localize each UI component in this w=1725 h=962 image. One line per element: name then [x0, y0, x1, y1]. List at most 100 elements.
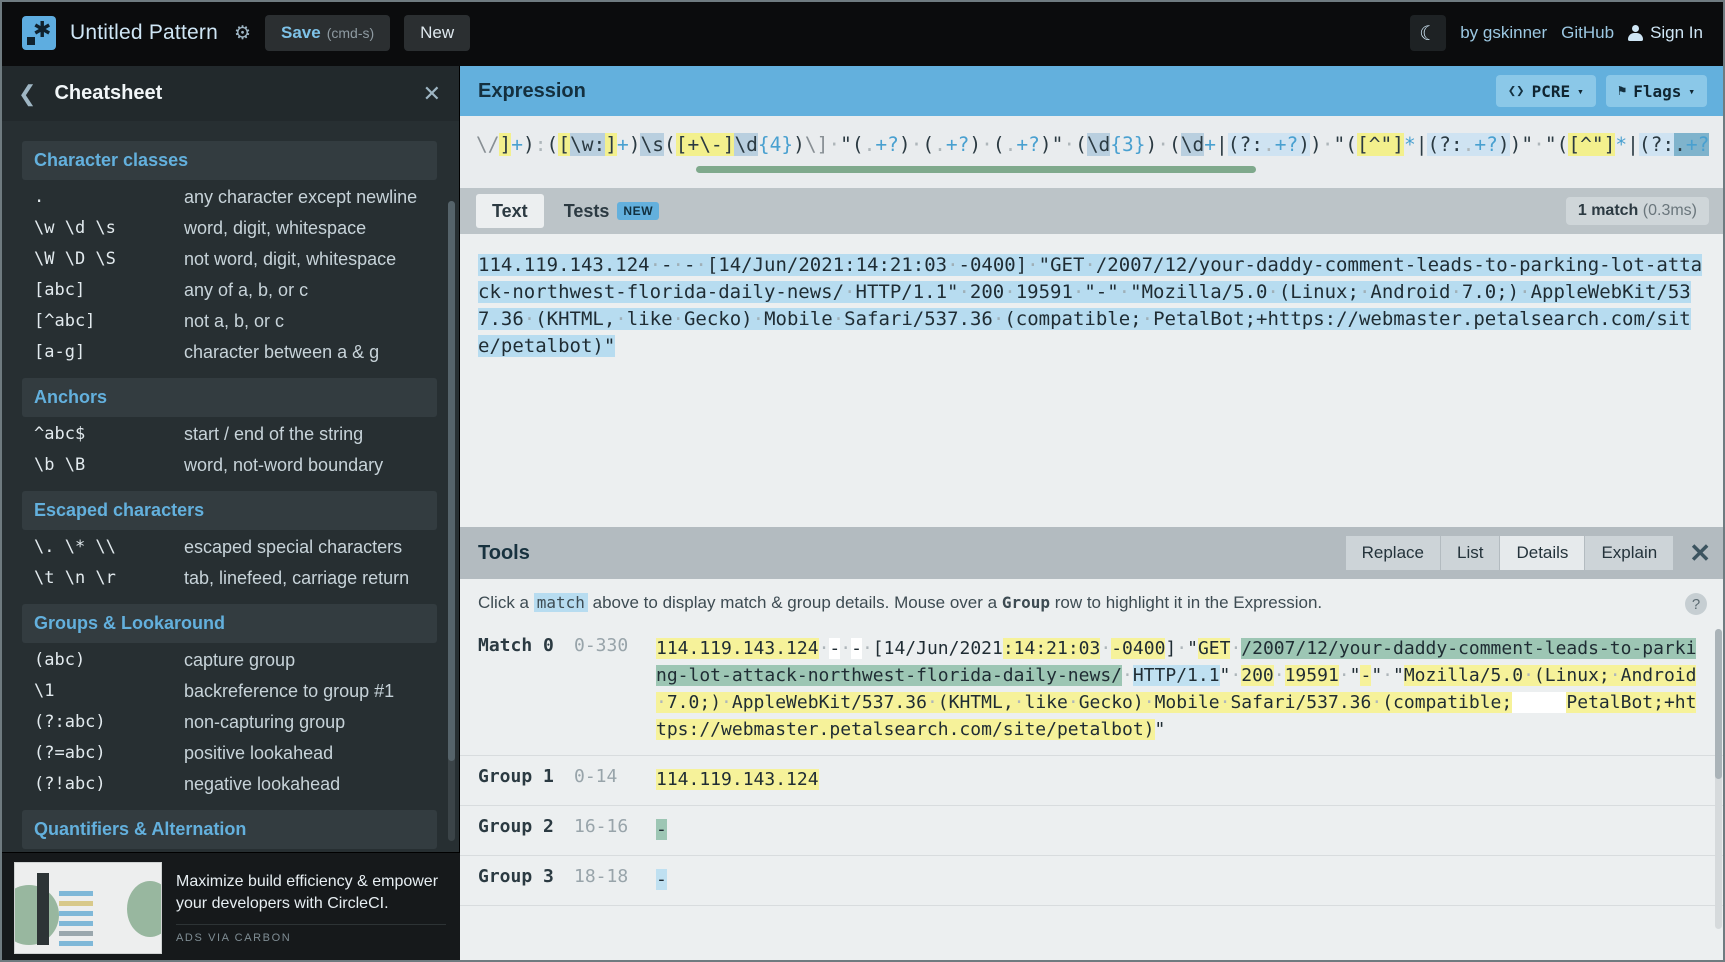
cheatsheet-row[interactable]: \b \B word, not-word boundary: [22, 450, 437, 481]
ad-copy: Maximize build efficiency & empower your…: [176, 872, 439, 912]
cheatsheet-token: (?!abc): [34, 774, 106, 794]
chevron-down-icon-flags: ▾: [1688, 84, 1695, 98]
tools-panel: Tools Replace List Details Explain ✕ Cli…: [460, 527, 1725, 962]
test-text-area[interactable]: 114.119.143.124·-·-·[14/Jun/2021:14:21:0…: [460, 234, 1725, 527]
cheatsheet-row[interactable]: [a-g] character between a & g: [22, 337, 437, 368]
ad-text-block: Maximize build efficiency & empower your…: [176, 871, 446, 944]
save-button-label: Save: [281, 23, 321, 42]
cheatsheet-row[interactable]: \1 backreference to group #1: [22, 676, 437, 707]
group-row-value: -: [656, 816, 1707, 843]
save-button[interactable]: Save (cmd-s): [265, 15, 391, 51]
match-row-value: 114.119.143.124·-·-·[14/Jun/2021:14:21:0…: [656, 638, 1697, 740]
table-row[interactable]: Group 3 18-18 -: [460, 856, 1725, 906]
ad-line-2: [59, 900, 93, 906]
close-icon[interactable]: ✕: [423, 81, 441, 107]
gear-icon[interactable]: ⚙: [234, 22, 251, 45]
group-row-name: Group 1: [478, 766, 554, 787]
text-tabs-row: Text Tests NEW 1 match (0.3ms): [460, 188, 1725, 234]
moon-icon[interactable]: ☾: [1410, 15, 1447, 51]
cheatsheet-token: (abc): [34, 650, 86, 670]
cheatsheet-token: [abc]: [34, 280, 86, 300]
tab-tests-label: Tests: [563, 200, 610, 221]
cheatsheet-token: [a-g]: [34, 342, 86, 362]
carbon-ad[interactable]: Maximize build efficiency & empower your…: [0, 852, 460, 962]
new-button[interactable]: New: [404, 15, 471, 51]
test-text-content[interactable]: 114.119.143.124·-·-·[14/Jun/2021:14:21:0…: [478, 252, 1707, 360]
expression-input[interactable]: \/]+):([\w:]+)\s([+\-]\d{4})\]·"(.+?)·(.…: [476, 130, 1709, 160]
ad-blob-right-icon: [127, 880, 161, 937]
tab-tests[interactable]: Tests NEW: [548, 194, 675, 228]
ad-image: [14, 861, 162, 954]
ad-sidebar-graphic: [37, 872, 49, 945]
cheatsheet-row[interactable]: (abc) capture group: [22, 645, 437, 676]
github-link[interactable]: GitHub: [1561, 23, 1614, 43]
cheatsheet-section-header: Anchors: [22, 378, 437, 417]
tools-replace-button[interactable]: Replace: [1345, 536, 1440, 570]
cheatsheet-row[interactable]: \. \* \\ escaped special characters: [22, 532, 437, 563]
tools-details-button[interactable]: Details: [1500, 536, 1585, 570]
cheatsheet-row[interactable]: (?:abc) non-capturing group: [22, 707, 437, 738]
flavor-button[interactable]: ❮❯ PCRE ▾: [1495, 75, 1596, 107]
flags-button[interactable]: ⚑ Flags ▾: [1605, 75, 1707, 107]
tools-scrollbar-thumb[interactable]: [1715, 629, 1722, 779]
table-row[interactable]: Group 1 0-14 114.119.143.124: [460, 756, 1725, 806]
sidebar-scrollbar[interactable]: [448, 201, 455, 841]
tools-title: Tools: [478, 541, 530, 564]
group-row-range: 16-16: [574, 816, 629, 837]
asterisk-logo-icon: ✱: [22, 16, 56, 50]
tab-text-label: Text: [492, 200, 528, 221]
tools-list-button[interactable]: List: [1441, 536, 1500, 570]
tools-scrollbar[interactable]: [1715, 629, 1722, 929]
cheatsheet-description: any of a, b, or c: [184, 280, 309, 300]
cheatsheet-title: Cheatsheet: [54, 82, 163, 104]
by-gskinner-link[interactable]: by gskinner: [1460, 23, 1547, 43]
logo-asterisk-glyph: ✱: [33, 18, 52, 43]
page-title[interactable]: Untitled Pattern: [70, 21, 218, 45]
app-body: ❮ Cheatsheet ✕ Character classes. any cha…: [0, 66, 1725, 962]
cheatsheet-token: \W \D \S: [34, 249, 116, 269]
tools-close-icon[interactable]: ✕: [1689, 538, 1711, 569]
cheatsheet-row[interactable]: [abc] any of a, b, or c: [22, 275, 437, 306]
cheatsheet-description: word, digit, whitespace: [184, 218, 367, 238]
regexr-app: ✱ Untitled Pattern ⚙ Save (cmd-s) New ☾ …: [0, 0, 1725, 962]
tests-new-badge: NEW: [617, 202, 660, 220]
cheatsheet-section-header: Character classes: [22, 141, 437, 180]
cheatsheet-row[interactable]: . any character except newline: [22, 182, 437, 213]
cheatsheet-row[interactable]: ^abc$ start / end of the string: [22, 419, 437, 450]
cheatsheet-row[interactable]: (?=abc) positive lookahead: [22, 738, 437, 769]
cheatsheet-row[interactable]: \t \n \r tab, linefeed, carriage return: [22, 563, 437, 594]
hint-group-keyword: Group: [1001, 593, 1050, 612]
cheatsheet-token: \1: [34, 681, 55, 701]
sidebar-scrollbar-thumb[interactable]: [448, 201, 455, 761]
cheatsheet-sidebar: ❮ Cheatsheet ✕ Character classes. any cha…: [0, 66, 460, 962]
cheatsheet-scroll-area[interactable]: Character classes. any character except n…: [0, 121, 459, 962]
group-row-name: Group 3: [478, 866, 554, 887]
expression-field[interactable]: \/]+):([\w:]+)\s([+\-]\d{4})\]·"(.+?)·(.…: [460, 116, 1725, 188]
group-row-range: 0-14: [574, 766, 618, 787]
tab-text[interactable]: Text: [476, 194, 544, 228]
match-row-name: Match 0: [478, 635, 554, 656]
cheatsheet-description: escaped special characters: [184, 537, 403, 557]
expression-horizontal-scrollbar[interactable]: [696, 166, 1256, 173]
table-row[interactable]: Match 0 0-330 114.119.143.124·-·-·[14/Ju…: [460, 625, 1725, 756]
tools-explain-button[interactable]: Explain: [1585, 536, 1674, 570]
cheatsheet-description: word, not-word boundary: [184, 455, 384, 475]
cheatsheet-row[interactable]: [^abc] not a, b, or c: [22, 306, 437, 337]
cheatsheet-row[interactable]: \W \D \S not word, digit, whitespace: [22, 244, 437, 275]
table-row[interactable]: Group 2 16-16 -: [460, 806, 1725, 856]
chevron-left-icon[interactable]: ❮: [18, 81, 36, 107]
cheatsheet-row[interactable]: (?!abc) negative lookahead: [22, 769, 437, 800]
sign-in-button[interactable]: Sign In: [1628, 23, 1703, 43]
flag-icon: ⚑: [1617, 83, 1627, 99]
tools-details-list[interactable]: Match 0 0-330 114.119.143.124·-·-·[14/Ju…: [460, 625, 1725, 962]
logo-square-glyph: [27, 37, 35, 45]
cheatsheet-description: not word, digit, whitespace: [184, 249, 397, 269]
cheatsheet-row[interactable]: \w \d \s word, digit, whitespace: [22, 213, 437, 244]
cheatsheet-token: (?=abc): [34, 743, 106, 763]
top-bar: ✱ Untitled Pattern ⚙ Save (cmd-s) New ☾ …: [0, 0, 1725, 66]
cheatsheet-token: ^abc$: [34, 424, 86, 444]
sign-in-label: Sign In: [1650, 23, 1703, 42]
help-icon[interactable]: ?: [1685, 593, 1707, 615]
cheatsheet-section-header: Quantifiers & Alternation: [22, 810, 437, 849]
cheatsheet-description: capture group: [184, 650, 296, 670]
